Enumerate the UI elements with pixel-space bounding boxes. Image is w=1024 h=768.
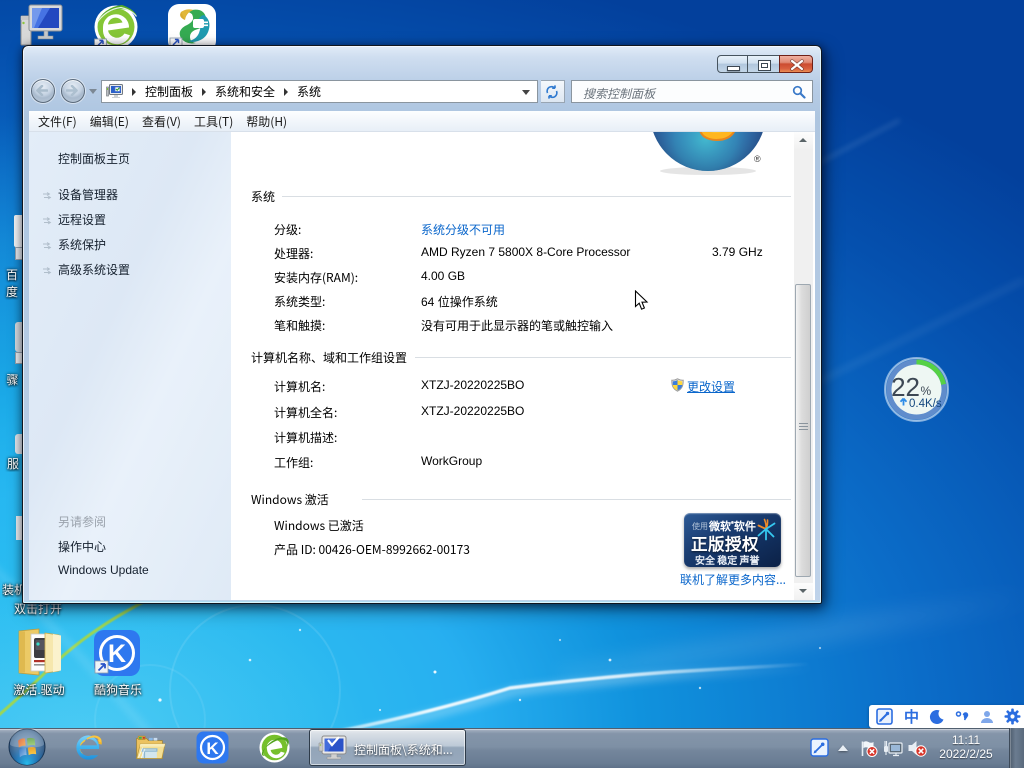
svg-text:%: % bbox=[921, 384, 932, 398]
svg-text:K: K bbox=[108, 640, 126, 668]
svg-text:0.4K/s: 0.4K/s bbox=[909, 398, 942, 410]
svg-text:K: K bbox=[206, 739, 219, 758]
